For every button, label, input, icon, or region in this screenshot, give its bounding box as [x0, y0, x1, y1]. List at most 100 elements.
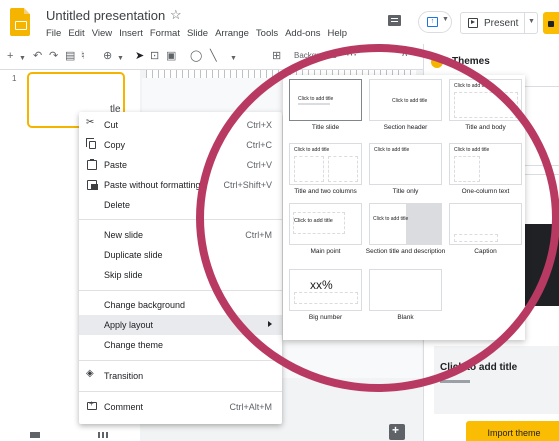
layout-section-header[interactable]: Click to add title Section header [365, 77, 442, 132]
menu-item-label: Apply layout [104, 320, 154, 330]
menu-item-apply-layout[interactable]: Apply layout [79, 315, 282, 335]
thumb-title: Click to add title [373, 216, 409, 222]
menu-item-paste-without-formatting[interactable]: Paste without formatting Ctrl+Shift+V [79, 175, 282, 195]
layout-caption[interactable]: Caption [445, 201, 522, 256]
share-button[interactable] [543, 12, 559, 34]
menu-item-skip-slide[interactable]: Skip slide [79, 265, 282, 285]
chevron-up-icon[interactable]: ∧ [401, 48, 408, 59]
menu-item-duplicate-slide[interactable]: Duplicate slide [79, 245, 282, 265]
layout-one-column-text[interactable]: Click to add title One-column text [445, 141, 522, 196]
layout-main-point[interactable]: Click to add title Main point [285, 201, 362, 256]
menu-item-label: Change background [104, 300, 186, 310]
comment-add-icon[interactable]: ⊞ [272, 49, 281, 63]
layout-thumbnail: Click to add title [369, 79, 442, 121]
chevron-down-icon[interactable]: ▼ [19, 52, 26, 66]
layout-name: One-column text [461, 188, 510, 195]
menu-item-paste[interactable]: Paste Ctrl+V [79, 155, 282, 175]
menu-item-label: Skip slide [104, 270, 143, 280]
chevron-down-icon[interactable]: ▼ [230, 52, 237, 66]
layout-thumbnail: Click to add title [289, 79, 362, 121]
layout-gallery: Click to add title Title slide Click to … [283, 75, 525, 340]
new-slide-icon[interactable]: + [7, 49, 13, 63]
layout-title-and-body[interactable]: Click to add title Title and body [445, 77, 522, 132]
chevron-down-icon[interactable]: ▼ [117, 52, 124, 66]
layout-blank[interactable]: Blank [365, 267, 442, 322]
menu-help[interactable]: Help [327, 28, 347, 39]
menu-arrange[interactable]: Arrange [215, 28, 249, 39]
menu-item-new-slide[interactable]: New slide Ctrl+M [79, 225, 282, 245]
filmstrip-view-icon[interactable] [30, 432, 40, 438]
thumb-title: Click to add title [374, 147, 410, 153]
menu-item-comment[interactable]: Comment Ctrl+Alt+M [79, 397, 282, 417]
layout-title-and-two-columns[interactable]: Click to add title Title and two columns [285, 141, 362, 196]
layout-big-number[interactable]: xx% Big number [285, 267, 362, 322]
menu-slide[interactable]: Slide [187, 28, 208, 39]
background-button[interactable]: Background [294, 51, 337, 60]
grid-view-icon[interactable] [98, 432, 108, 438]
redo-icon[interactable]: ↷ [49, 49, 58, 63]
undo-icon[interactable]: ↶ [33, 49, 42, 63]
menu-item-shortcut: Ctrl+Alt+M [229, 402, 272, 412]
layout-name: Title and two columns [294, 188, 357, 195]
layout-section-title-and-description[interactable]: Click to add title Section title and des… [365, 201, 445, 256]
body-placeholder [454, 92, 518, 118]
more-icon[interactable]: ⋯ [346, 48, 357, 61]
divider [524, 13, 525, 33]
menu-item-label: Paste without formatting [104, 180, 201, 190]
menu-item-change-theme[interactable]: Change theme [79, 335, 282, 355]
menu-insert[interactable]: Insert [119, 28, 143, 39]
menu-separator [79, 290, 282, 291]
menu-format[interactable]: Format [150, 28, 180, 39]
menu-item-shortcut: Ctrl+M [245, 230, 272, 240]
menu-tools[interactable]: Tools [256, 28, 278, 39]
present-button[interactable]: Present ▼ [460, 12, 538, 34]
menu-bar: File Edit View Insert Format Slide Arran… [46, 28, 354, 39]
chevron-down-icon: ▼ [442, 16, 449, 23]
layout-thumbnail: Click to add title [289, 143, 362, 185]
text-box-icon[interactable]: ⊡ [150, 49, 159, 63]
menu-file[interactable]: File [46, 28, 61, 39]
menu-item-delete[interactable]: Delete [79, 195, 282, 215]
layout-title-slide[interactable]: Click to add title Title slide [285, 77, 362, 132]
line-icon[interactable]: ╲ [210, 49, 217, 63]
menu-item-change-background[interactable]: Change background [79, 295, 282, 315]
layout-name: Title and body [465, 124, 506, 131]
thumb-big-number: xx% [310, 278, 333, 292]
explore-icon[interactable] [389, 423, 405, 440]
layout-thumbnail: Click to add title [369, 143, 442, 185]
menu-view[interactable]: View [92, 28, 112, 39]
import-theme-button[interactable]: Import theme [466, 421, 559, 441]
document-title[interactable]: Untitled presentation [46, 8, 165, 23]
menu-addons[interactable]: Add-ons [285, 28, 320, 39]
layout-name: Title only [392, 188, 419, 195]
menu-separator [79, 219, 282, 220]
menu-item-cut[interactable]: Cut Ctrl+X [79, 115, 282, 135]
menu-item-label: Transition [104, 371, 144, 381]
play-icon [468, 18, 478, 28]
paint-format-icon[interactable]: ♮ [81, 49, 85, 63]
menu-item-copy[interactable]: Copy Ctrl+C [79, 135, 282, 155]
menu-item-transition[interactable]: Transition [79, 366, 282, 386]
menu-item-label: New slide [104, 230, 144, 240]
layout-title-only[interactable]: Click to add title Title only [365, 141, 442, 196]
layout-thumbnail [369, 269, 442, 311]
slides-logo-icon[interactable] [10, 8, 30, 36]
submenu-arrow-icon [268, 321, 272, 327]
layout-thumbnail: Click to add title [449, 79, 522, 121]
present-options-button[interactable]: ↑ ▼ [418, 11, 452, 33]
menu-item-label: Paste [104, 160, 128, 170]
image-icon[interactable]: ▣ [166, 49, 176, 63]
zoom-icon[interactable]: ⊕ [103, 49, 112, 63]
chevron-down-icon[interactable]: ▼ [528, 18, 535, 25]
print-icon[interactable]: ▤ [65, 49, 75, 63]
layout-thumbnail: xx% [289, 269, 362, 311]
menu-edit[interactable]: Edit [68, 28, 84, 39]
select-icon[interactable]: ➤ [135, 49, 144, 63]
app-window: Untitled presentation ☆ File Edit View I… [0, 0, 559, 441]
shape-icon[interactable]: ◯ [190, 49, 202, 63]
star-icon[interactable]: ☆ [170, 7, 182, 23]
theme-card[interactable]: Click to add title [434, 346, 559, 414]
cut-icon [86, 117, 97, 130]
present-label: Present [484, 18, 519, 29]
comments-icon[interactable] [388, 15, 401, 26]
